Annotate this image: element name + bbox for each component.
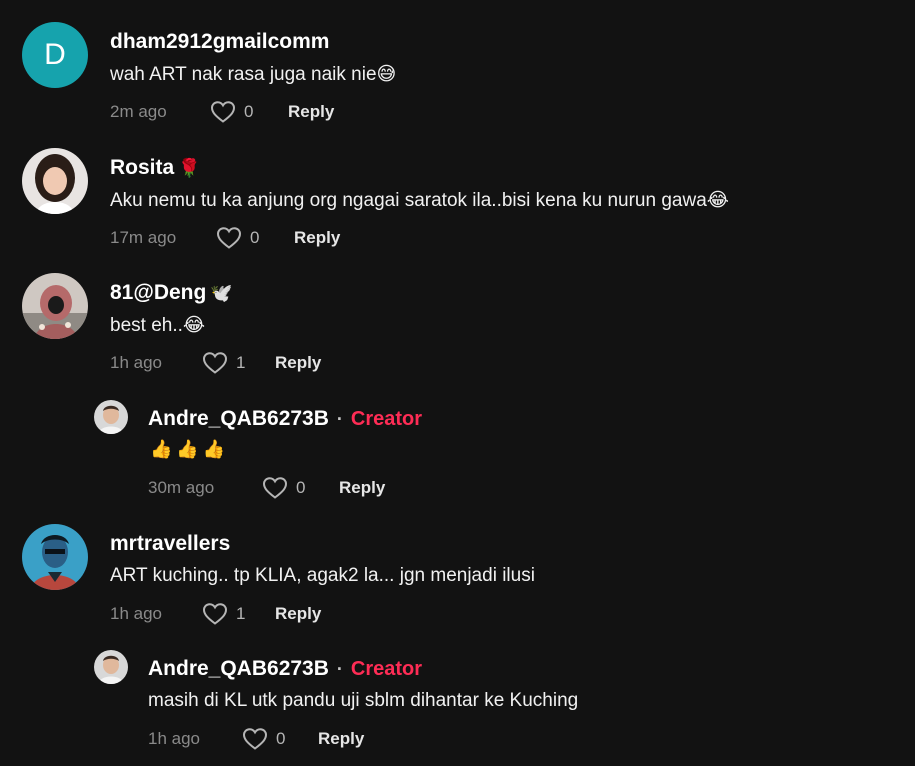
heart-icon[interactable] — [242, 727, 268, 751]
avatar-letter: D — [44, 38, 66, 71]
avatar[interactable] — [94, 400, 128, 434]
creator-badge: Creator — [350, 657, 423, 680]
avatar[interactable] — [22, 524, 88, 590]
timestamp: 1h ago — [148, 729, 200, 748]
timestamp: 30m ago — [148, 478, 215, 497]
comment-text: ART kuching.. tp KLIA, agak2 la... jgn m… — [110, 565, 535, 586]
like-count: 0 — [244, 102, 254, 121]
avatar-image — [22, 273, 88, 339]
username[interactable]: 81@Deng 🕊️ — [110, 281, 233, 305]
heart-icon[interactable] — [216, 226, 242, 250]
comment-list: D dham2912gmailcomm wah ART nak rasa jug… — [0, 0, 915, 766]
like-count: 1 — [236, 604, 246, 623]
comment-text: Aku nemu tu ka anjung org ngagai saratok… — [110, 190, 729, 211]
avatar-image — [94, 650, 128, 684]
reply-button[interactable]: Reply — [275, 353, 321, 373]
like-count: 0 — [296, 478, 306, 497]
username[interactable]: Andre_QAB6273B · Creator — [148, 657, 422, 681]
comment-meta: 30m ago 0 Reply — [148, 476, 385, 500]
dove-icon: 🕊️ — [210, 283, 233, 303]
heart-icon[interactable] — [262, 476, 288, 500]
username-text[interactable]: 81@Deng — [110, 281, 206, 305]
like-count: 0 — [250, 228, 260, 247]
avatar-image — [22, 524, 88, 590]
separator-dot: · — [336, 658, 343, 679]
reply-button[interactable]: Reply — [318, 729, 364, 749]
comment-text: 👍👍👍 — [150, 439, 230, 459]
comment-item: mrtravellers ART kuching.. tp KLIA, agak… — [0, 505, 915, 635]
comment-item: D dham2912gmailcomm wah ART nak rasa jug… — [0, 0, 915, 130]
heart-icon[interactable] — [202, 351, 228, 375]
separator-dot: · — [336, 408, 343, 429]
avatar[interactable] — [94, 650, 128, 684]
avatar[interactable]: D — [22, 22, 88, 88]
rose-icon: 🌹 — [178, 158, 201, 178]
username[interactable]: Rosita 🌹 — [110, 156, 201, 180]
like-button[interactable]: 0 — [242, 727, 318, 751]
reply-button[interactable]: Reply — [294, 228, 340, 248]
username-text[interactable]: Rosita — [110, 156, 174, 180]
avatar-image — [94, 400, 128, 434]
avatar[interactable] — [22, 148, 88, 214]
like-button[interactable]: 1 — [202, 602, 275, 626]
username[interactable]: Andre_QAB6273B · Creator — [148, 407, 422, 431]
username[interactable]: mrtravellers — [110, 532, 230, 556]
reply-button[interactable]: Reply — [339, 478, 385, 498]
like-count: 1 — [236, 353, 246, 372]
like-button[interactable]: 1 — [202, 351, 275, 375]
comment-meta: 1h ago 1 Reply — [110, 602, 321, 626]
creator-badge: Creator — [350, 407, 423, 430]
comment-meta: 17m ago 0 Reply — [110, 226, 340, 250]
avatar-image — [22, 148, 88, 214]
heart-icon[interactable] — [210, 100, 236, 124]
like-button[interactable]: 0 — [216, 226, 294, 250]
comment-item: Rosita 🌹 Aku nemu tu ka anjung org ngaga… — [0, 130, 915, 255]
avatar[interactable] — [22, 273, 88, 339]
comment-meta: 1h ago 1 Reply — [110, 351, 321, 375]
timestamp: 2m ago — [110, 102, 167, 121]
comment-item: 81@Deng 🕊️ best eh..😂 1h ago 1 Reply — [0, 255, 915, 380]
like-button[interactable]: 0 — [262, 476, 339, 500]
like-button[interactable]: 0 — [210, 100, 288, 124]
comment-text: wah ART nak rasa juga naik nie😅 — [110, 64, 397, 85]
reply-button[interactable]: Reply — [275, 604, 321, 624]
username[interactable]: dham2912gmailcomm — [110, 30, 329, 54]
reply-item: Andre_QAB6273B · Creator masih di KL utk… — [0, 635, 915, 766]
username-text[interactable]: dham2912gmailcomm — [110, 30, 329, 54]
timestamp: 1h ago — [110, 353, 162, 372]
like-count: 0 — [276, 729, 286, 748]
username-text[interactable]: Andre_QAB6273B — [148, 657, 329, 681]
comment-meta: 2m ago 0 Reply — [110, 100, 334, 124]
username-text[interactable]: mrtravellers — [110, 532, 230, 556]
heart-icon[interactable] — [202, 602, 228, 626]
username-text[interactable]: Andre_QAB6273B — [148, 407, 329, 431]
timestamp: 1h ago — [110, 604, 162, 623]
reply-button[interactable]: Reply — [288, 102, 334, 122]
timestamp: 17m ago — [110, 228, 177, 247]
reply-item: Andre_QAB6273B · Creator 👍👍👍 30m ago 0 R… — [0, 380, 915, 505]
comment-text: best eh..😂 — [110, 315, 206, 336]
comment-text: masih di KL utk pandu uji sblm dihantar … — [148, 690, 579, 711]
comment-meta: 1h ago 0 Reply — [148, 727, 364, 751]
